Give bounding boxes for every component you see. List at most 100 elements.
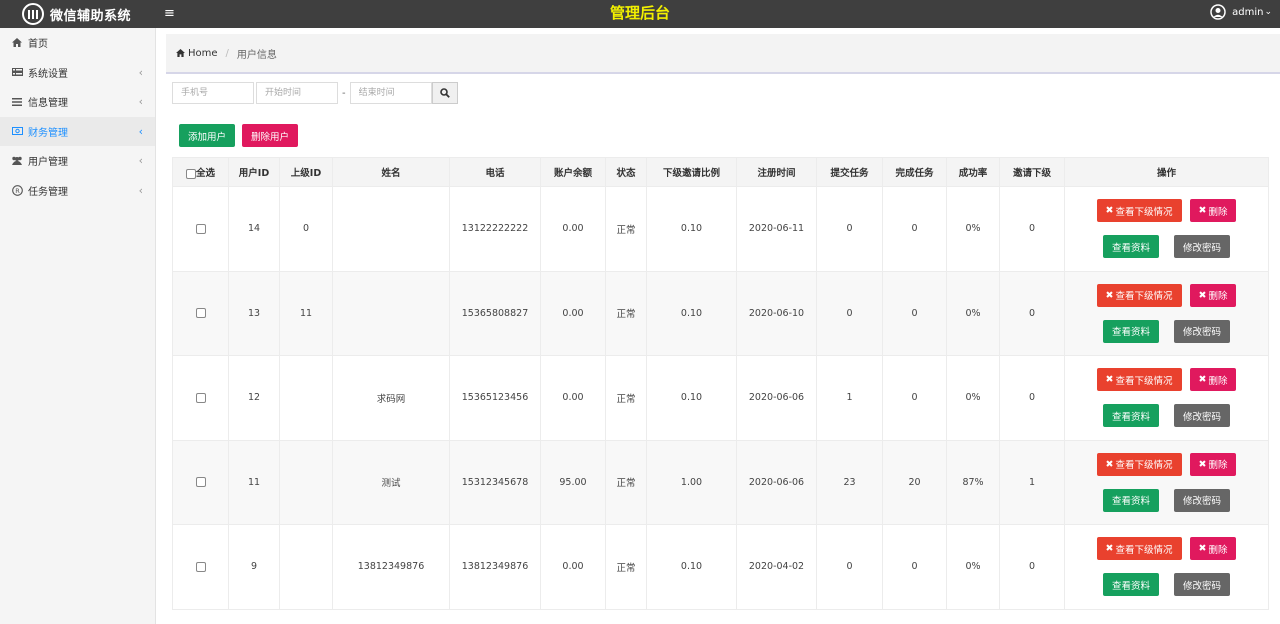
search-button[interactable] xyxy=(431,82,458,104)
sidebar-item-task-management[interactable]: R 任务管理 ‹ xyxy=(0,176,155,206)
change-password-button[interactable]: 修改密码 xyxy=(1174,404,1231,428)
table-cell-balance: 0.00 xyxy=(540,270,606,356)
row-select-cell xyxy=(172,355,229,441)
x-icon: ✖ xyxy=(1198,374,1207,386)
change-password-button[interactable]: 修改密码 xyxy=(1174,235,1231,259)
view-subordinates-button[interactable]: ✖ 查看下级情况 xyxy=(1096,537,1182,561)
menu-toggle-icon[interactable]: ≡ xyxy=(164,6,175,22)
view-profile-button[interactable]: 查看资料 xyxy=(1102,488,1159,512)
row-checkbox[interactable] xyxy=(195,223,206,234)
table-cell-date: 2020-06-11 xyxy=(736,186,817,272)
view-profile-button[interactable]: 查看资料 xyxy=(1102,404,1159,428)
bars-icon xyxy=(11,96,23,108)
x-icon: ✖ xyxy=(1105,543,1114,555)
sidebar-item-home[interactable]: 首页 xyxy=(0,28,155,58)
select-all-checkbox[interactable] xyxy=(185,168,196,179)
view-subordinates-button[interactable]: ✖ 查看下级情况 xyxy=(1096,199,1182,223)
table-cell-status: 正常 xyxy=(605,439,647,525)
delete-row-button[interactable]: ✖ 删除 xyxy=(1189,537,1237,561)
row-actions-line: ✖ 查看下级情况 ✖ 删除 xyxy=(1096,452,1237,476)
row-select-cell xyxy=(172,524,229,610)
table-cell-parent: 0 xyxy=(279,186,333,272)
table-cell-ratio: 0.10 xyxy=(646,355,737,441)
table-cell-submitted: 23 xyxy=(816,439,883,525)
table-cell-date: 2020-06-06 xyxy=(736,439,817,525)
view-profile-button[interactable]: 查看资料 xyxy=(1102,235,1159,259)
delete-row-button[interactable]: ✖ 删除 xyxy=(1189,199,1237,223)
sidebar-item-label: 首页 xyxy=(28,39,48,51)
row-checkbox[interactable] xyxy=(195,477,206,488)
sidebar-item-user-management[interactable]: 用户管理 ‹ xyxy=(0,146,155,176)
sidebar-item-finance-management[interactable]: 财务管理 ‹ xyxy=(0,116,155,146)
column-header: 提交任务 xyxy=(816,157,883,187)
chevron-left-icon: ‹ xyxy=(138,124,143,138)
column-header: 下级邀请比例 xyxy=(646,157,737,187)
change-password-button[interactable]: 修改密码 xyxy=(1174,488,1231,512)
table-header-row: 全选 用户ID 上级ID 姓名 电话 账户余额 状态 下级邀请比例 注册时间 提… xyxy=(172,157,1269,187)
change-password-button[interactable]: 修改密码 xyxy=(1174,573,1231,597)
delete-row-button[interactable]: ✖ 删除 xyxy=(1189,283,1237,307)
sidebar-item-info-management[interactable]: 信息管理 ‹ xyxy=(0,87,155,117)
column-header: 姓名 xyxy=(332,157,450,187)
svg-text:R: R xyxy=(15,187,20,195)
table-cell-parent xyxy=(279,355,333,441)
registered-icon: R xyxy=(11,184,23,196)
row-actions-cell: ✖ 查看下级情况 ✖ 删除查看资料 修改密码 xyxy=(1064,439,1269,525)
row-actions: ✖ 查看下级情况 ✖ 删除查看资料 修改密码 xyxy=(1065,537,1268,597)
change-password-button[interactable]: 修改密码 xyxy=(1174,319,1231,343)
table-cell-date: 2020-04-02 xyxy=(736,524,817,610)
page-title: 管理后台 xyxy=(609,4,670,22)
view-profile-button[interactable]: 查看资料 xyxy=(1102,319,1159,343)
x-icon: ✖ xyxy=(1198,289,1207,301)
chevron-down-icon: ⌄ xyxy=(1264,7,1272,17)
list-icon xyxy=(11,66,23,78)
user-avatar-icon xyxy=(1210,4,1226,20)
logo-icon xyxy=(22,3,44,25)
x-icon: ✖ xyxy=(1105,374,1114,386)
row-checkbox[interactable] xyxy=(195,392,206,403)
users-icon xyxy=(11,155,23,167)
table-cell-id: 11 xyxy=(228,439,280,525)
table-cell-phone: 15312345678 xyxy=(449,439,541,525)
row-checkbox[interactable] xyxy=(195,561,206,572)
chevron-left-icon: ‹ xyxy=(138,65,143,79)
delete-row-button[interactable]: ✖ 删除 xyxy=(1189,368,1237,392)
start-date-input[interactable] xyxy=(256,82,338,104)
breadcrumb-home[interactable]: Home xyxy=(176,48,218,59)
phone-search-input[interactable] xyxy=(172,82,254,104)
table-cell-rate: 0% xyxy=(946,270,1000,356)
sidebar-item-label: 财务管理 xyxy=(28,127,68,139)
sidebar-item-system-settings[interactable]: 系统设置 ‹ xyxy=(0,58,155,88)
delete-user-button[interactable]: 删除用户 xyxy=(242,124,299,147)
row-actions-line: ✖ 查看下级情况 ✖ 删除 xyxy=(1096,283,1237,307)
table-cell-parent xyxy=(279,439,333,525)
view-subordinates-button[interactable]: ✖ 查看下级情况 xyxy=(1096,283,1182,307)
table-cell-status: 正常 xyxy=(605,186,647,272)
table-cell-invites: 0 xyxy=(999,270,1065,356)
money-icon xyxy=(11,125,23,137)
end-date-input[interactable] xyxy=(349,82,432,104)
table-cell-rate: 0% xyxy=(946,355,1000,441)
logo[interactable]: 微信辅助系统 xyxy=(22,3,131,25)
add-user-button[interactable]: 添加用户 xyxy=(179,124,236,147)
column-header: 状态 xyxy=(605,157,647,187)
table-cell-phone: 13122222222 xyxy=(449,186,541,272)
row-actions-cell: ✖ 查看下级情况 ✖ 删除查看资料 修改密码 xyxy=(1064,524,1269,610)
view-profile-button[interactable]: 查看资料 xyxy=(1102,573,1159,597)
table-cell-ratio: 1.00 xyxy=(646,439,737,525)
row-checkbox[interactable] xyxy=(195,308,206,319)
delete-row-button[interactable]: ✖ 删除 xyxy=(1189,452,1237,476)
table-cell-parent xyxy=(279,524,333,610)
row-actions-cell: ✖ 查看下级情况 ✖ 删除查看资料 修改密码 xyxy=(1064,355,1269,441)
view-subordinates-button[interactable]: ✖ 查看下级情况 xyxy=(1096,368,1182,392)
column-header-select-all[interactable]: 全选 xyxy=(172,157,229,187)
table-cell-status: 正常 xyxy=(605,270,647,356)
row-actions-cell: ✖ 查看下级情况 ✖ 删除查看资料 修改密码 xyxy=(1064,270,1269,356)
chevron-left-icon: ‹ xyxy=(138,183,143,197)
x-icon: ✖ xyxy=(1105,205,1114,217)
user-menu[interactable]: admin ⌄ xyxy=(1210,4,1272,20)
row-actions-line: 查看资料 修改密码 xyxy=(1102,404,1231,428)
home-icon xyxy=(176,49,185,57)
row-actions-line: ✖ 查看下级情况 ✖ 删除 xyxy=(1096,368,1237,392)
view-subordinates-button[interactable]: ✖ 查看下级情况 xyxy=(1096,452,1182,476)
